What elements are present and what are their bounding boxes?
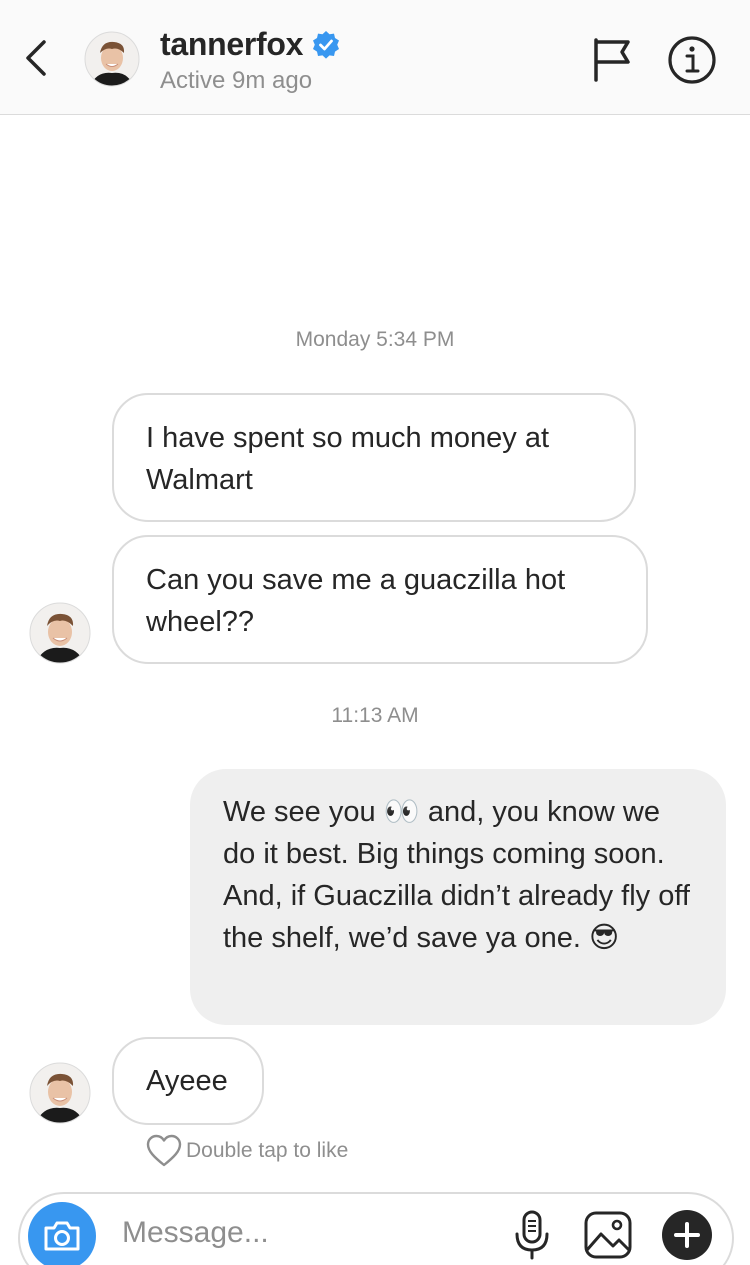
message-input[interactable]: Message... (122, 1216, 269, 1250)
plus-button[interactable] (662, 1210, 712, 1260)
sender-avatar[interactable] (29, 602, 91, 664)
incoming-message-2-text: Can you save me a guaczilla hot wheel?? (146, 564, 566, 638)
camera-icon (44, 1221, 80, 1251)
username-row[interactable]: tannerfox (160, 26, 341, 63)
camera-button[interactable] (28, 1202, 96, 1265)
header-avatar[interactable] (84, 31, 140, 87)
plus-icon (674, 1222, 700, 1248)
flag-icon[interactable] (590, 36, 634, 82)
incoming-message-1[interactable]: I have spent so much money at Walmart (112, 393, 636, 522)
double-tap-label: Double tap to like (186, 1139, 349, 1162)
double-tap-hint[interactable]: Double tap to like (146, 1134, 348, 1168)
username[interactable]: tannerfox (160, 26, 303, 63)
incoming-message-3[interactable]: Ayeee (112, 1037, 264, 1125)
heart-icon[interactable] (146, 1134, 182, 1168)
gallery-icon[interactable] (583, 1210, 633, 1260)
timestamp-morning: 11:13 AM (331, 704, 419, 727)
active-status: Active 9m ago (160, 67, 313, 94)
microphone-icon[interactable] (512, 1210, 552, 1260)
outgoing-message-text: We see you 👀 and, you know we do it best… (223, 796, 690, 954)
sender-avatar[interactable] (29, 1062, 91, 1124)
message-composer: Message... (18, 1192, 734, 1265)
incoming-message-2[interactable]: Can you save me a guaczilla hot wheel?? (112, 535, 648, 664)
timestamp-monday: Monday 5:34 PM (295, 328, 455, 351)
back-chevron-icon[interactable] (18, 36, 58, 80)
incoming-message-3-text: Ayeee (146, 1065, 228, 1097)
incoming-message-1-text: I have spent so much money at Walmart (146, 422, 549, 496)
info-icon[interactable] (667, 35, 717, 85)
verified-badge-icon (313, 30, 340, 59)
outgoing-message[interactable]: We see you 👀 and, you know we do it best… (190, 769, 726, 1025)
conversation-header: tannerfox Active 9m ago (0, 0, 750, 115)
